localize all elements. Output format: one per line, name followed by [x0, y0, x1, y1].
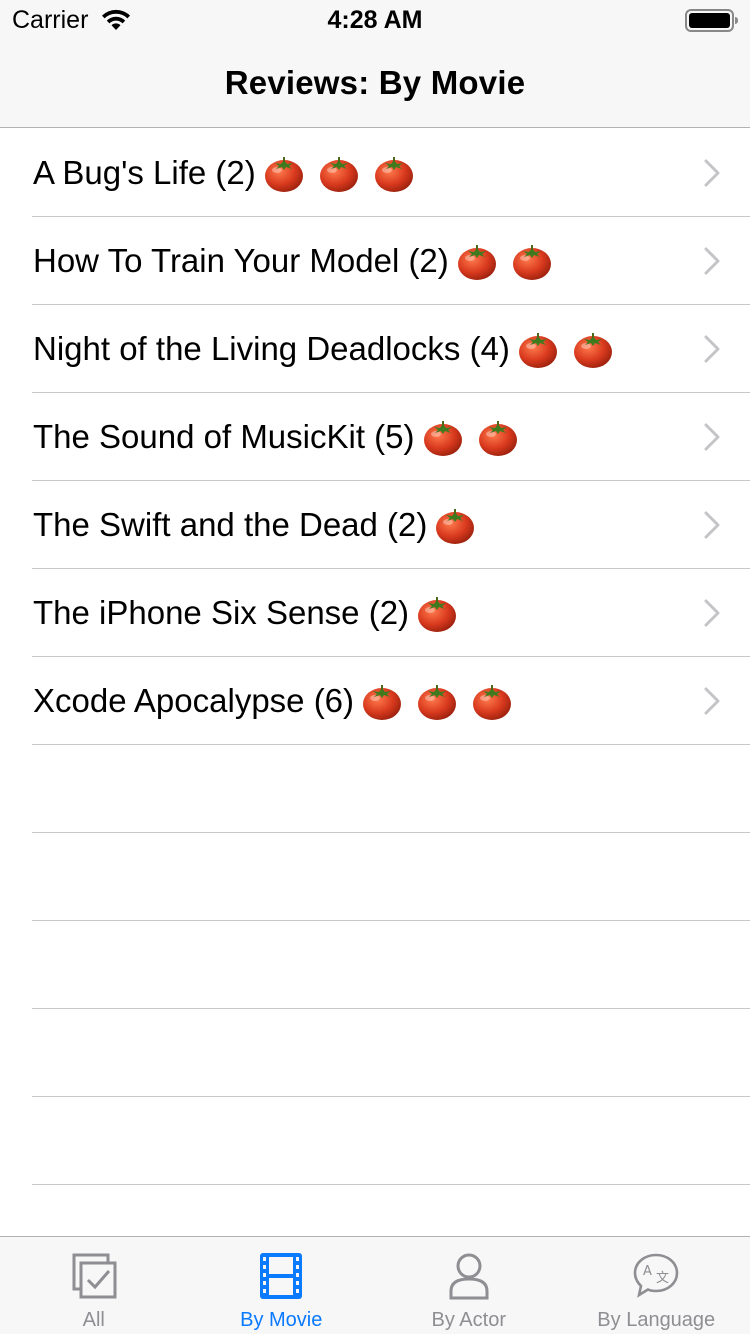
movie-title: Xcode Apocalypse (6) [33, 682, 355, 719]
tomato-icon [518, 333, 557, 369]
tomato-icon [512, 245, 551, 281]
tomato-icon [436, 509, 475, 545]
movie-title: A Bug's Life (2) [33, 154, 256, 191]
chevron-right-icon [704, 687, 720, 715]
tomato-rating [264, 132, 420, 219]
app-screen: Carrier 4:28 AM Reviews: By Movie A Bug'… [0, 0, 750, 1334]
tab-bar: All By Movie By Actor A 文 By Language [0, 1236, 750, 1334]
chevron-right-icon [704, 159, 720, 187]
tomato-icon [363, 685, 402, 721]
empty-table-row [0, 1097, 750, 1185]
empty-table-row [0, 1009, 750, 1097]
page-title: Reviews: By Movie [224, 64, 526, 101]
movie-row-content: The iPhone Six Sense (2) [33, 569, 463, 656]
tomato-rating [518, 308, 619, 395]
status-bar: Carrier 4:28 AM [0, 0, 750, 40]
empty-table-row [0, 745, 750, 833]
tomato-icon [423, 421, 462, 457]
tomato-icon [457, 245, 496, 281]
movie-row-content: The Sound of MusicKit (5) [33, 393, 524, 480]
tomato-rating [423, 396, 524, 483]
tab-label: By Actor [431, 1309, 506, 1331]
movie-row[interactable]: The Sound of MusicKit (5) [0, 393, 750, 481]
translate-bubble-icon: A 文 [633, 1253, 679, 1298]
tab-all[interactable]: All [0, 1237, 188, 1334]
tomato-rating [435, 484, 481, 571]
chevron-right-icon [704, 511, 720, 539]
movie-list: A Bug's Life (2) How To Train Your Model… [0, 129, 750, 1185]
movie-title: The iPhone Six Sense (2) [33, 594, 410, 631]
checklist-icon [72, 1253, 117, 1299]
movie-row-content: How To Train Your Model (2) [33, 217, 558, 304]
tomato-icon [478, 421, 517, 457]
chevron-right-icon [704, 335, 720, 363]
movie-title: The Sound of MusicKit (5) [33, 418, 415, 455]
tab-by-movie[interactable]: By Movie [188, 1237, 376, 1334]
navigation-bar: Reviews: By Movie [0, 40, 750, 128]
chevron-right-icon [704, 247, 720, 275]
tomato-icon [418, 685, 457, 721]
movie-row-content: A Bug's Life (2) [33, 129, 420, 216]
battery-icon [685, 9, 738, 32]
movie-row-content: Night of the Living Deadlocks (4) [33, 305, 619, 392]
movie-row[interactable]: Xcode Apocalypse (6) [0, 657, 750, 745]
chevron-right-icon [704, 423, 720, 451]
movie-row[interactable]: How To Train Your Model (2) [0, 217, 750, 305]
tomato-icon [375, 157, 414, 193]
tomato-icon [418, 597, 457, 633]
tomato-rating [417, 572, 463, 659]
movie-row-content: Xcode Apocalypse (6) [33, 657, 518, 744]
svg-text:文: 文 [656, 1271, 669, 1286]
tab-by-actor[interactable]: By Actor [375, 1237, 563, 1334]
movie-row[interactable]: Night of the Living Deadlocks (4) [0, 305, 750, 393]
empty-table-row [0, 921, 750, 1009]
tomato-icon [574, 333, 613, 369]
tab-label: By Language [597, 1309, 716, 1331]
tomato-icon [473, 685, 512, 721]
film-icon [260, 1253, 303, 1299]
movie-row[interactable]: The Swift and the Dead (2) [0, 481, 750, 569]
tab-by-language[interactable]: A 文 By Language [563, 1237, 750, 1334]
movie-row[interactable]: A Bug's Life (2) [0, 129, 750, 217]
tomato-rating [362, 660, 518, 747]
movie-title: The Swift and the Dead (2) [33, 506, 428, 543]
movie-title: Night of the Living Deadlocks (4) [33, 330, 510, 367]
svg-text:A: A [643, 1264, 652, 1279]
movie-row[interactable]: The iPhone Six Sense (2) [0, 569, 750, 657]
person-icon [449, 1253, 489, 1300]
clock: 4:28 AM [327, 6, 423, 34]
tomato-rating [457, 220, 558, 307]
tab-label: All [82, 1309, 105, 1331]
movie-title: How To Train Your Model (2) [33, 242, 449, 279]
tomato-icon [319, 157, 358, 193]
movie-row-content: The Swift and the Dead (2) [33, 481, 481, 568]
tomato-icon [264, 157, 303, 193]
empty-table-row [0, 833, 750, 921]
chevron-right-icon [704, 599, 720, 627]
tab-label: By Movie [240, 1309, 323, 1331]
